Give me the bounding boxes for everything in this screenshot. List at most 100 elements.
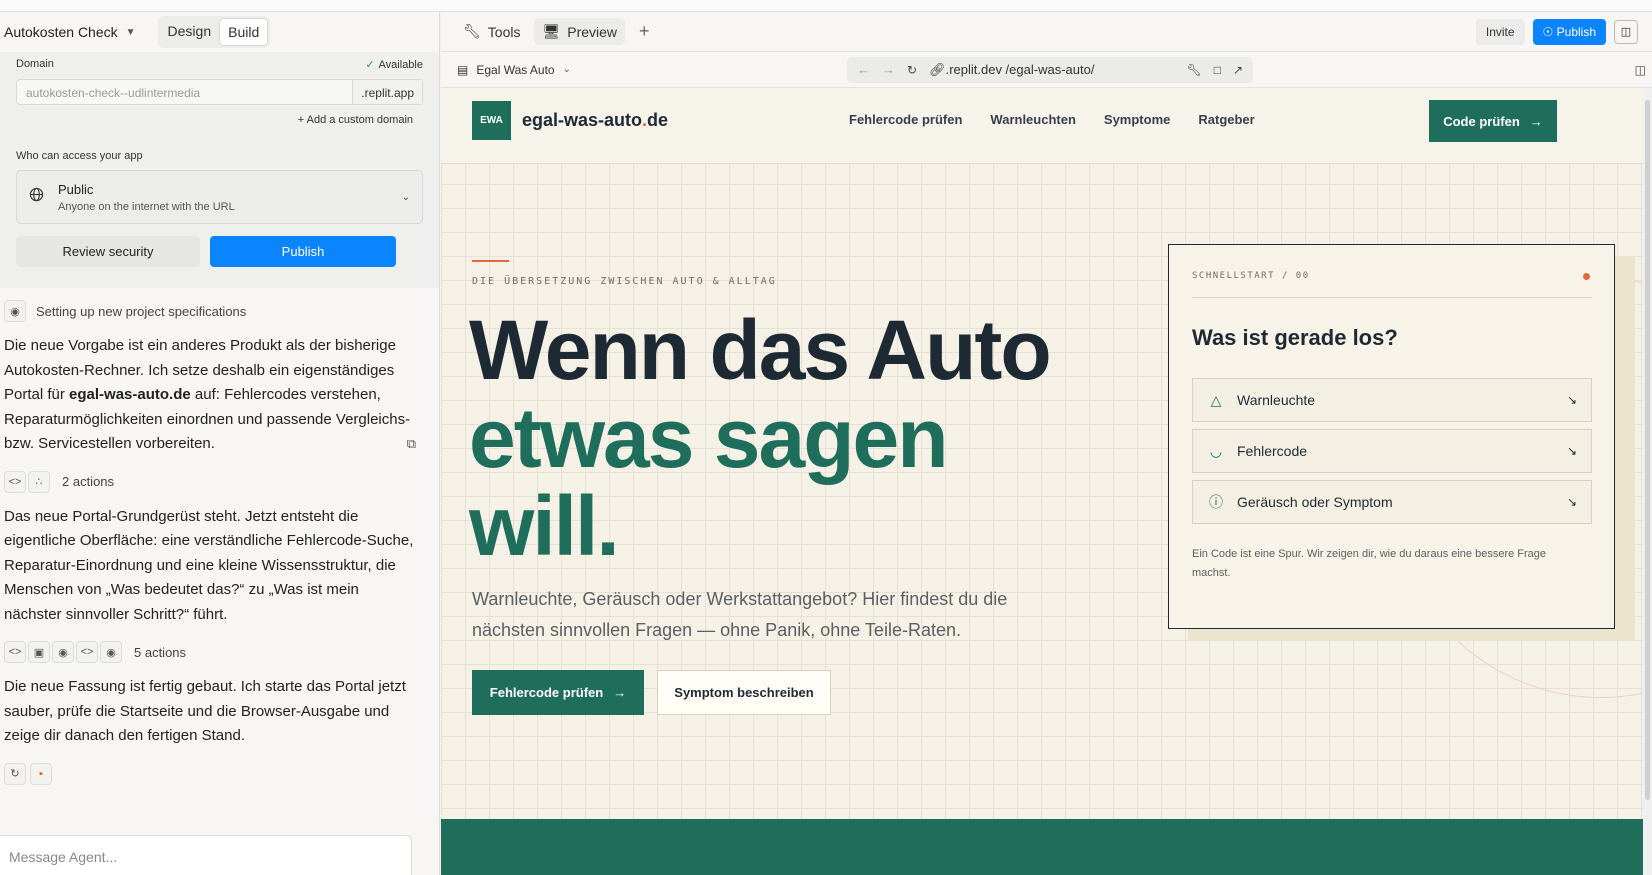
- chevron-down-icon: ▼: [125, 26, 136, 38]
- status-row: ◉ Setting up new project specifications: [4, 300, 435, 322]
- status-dot: [1583, 273, 1590, 280]
- reload-icon[interactable]: ↻: [907, 63, 917, 77]
- tab-tools[interactable]: 🔧︎ Tools: [455, 18, 528, 45]
- add-custom-domain-link[interactable]: + Add a custom domain: [16, 114, 423, 126]
- add-tab-icon[interactable]: +: [639, 21, 650, 42]
- site-nav-links: Fehlercode prüfen Warnleuchten Symptome …: [849, 112, 1255, 127]
- globe-icon: [29, 187, 44, 207]
- preview-scrollbar[interactable]: [1643, 88, 1652, 875]
- publish-icon: ☉: [1542, 24, 1557, 39]
- url-text[interactable]: 🔗︎.replit.dev /egal-was-auto/: [929, 62, 1174, 78]
- nav-link-warnleuchten[interactable]: Warnleuchten: [990, 112, 1075, 127]
- footer-band: [441, 819, 1643, 875]
- arrow-down-right-icon: ↘: [1566, 495, 1577, 509]
- tab-preview[interactable]: 🖥︎ Preview: [534, 18, 626, 45]
- code-icon: <>: [4, 641, 26, 663]
- domain-label: Domain: [16, 58, 54, 70]
- replit-icon[interactable]: ▪: [30, 762, 52, 785]
- chevron-down-icon: ⌄: [562, 64, 571, 75]
- mode-toggle: Design Build: [157, 16, 271, 48]
- brain-icon: ◉: [52, 641, 74, 663]
- monitor-icon: 🖥︎: [542, 23, 561, 39]
- wrench-icon: 🔧︎: [463, 23, 481, 39]
- actions-row[interactable]: <> ∴ 2 actions: [4, 470, 435, 493]
- brain-icon: ◉: [4, 300, 26, 322]
- access-label: Who can access your app: [16, 150, 143, 162]
- brain-icon: ◉: [100, 641, 122, 663]
- site-brand[interactable]: egal-was-auto.de: [522, 110, 668, 131]
- review-security-button[interactable]: Review security: [16, 236, 200, 267]
- workspace-toolbar: 🔧︎ Tools 🖥︎ Preview + Invite ☉ Publish ◫: [441, 12, 1652, 52]
- site-nav: EWA egal-was-auto.de Fehlercode prüfen W…: [441, 88, 1643, 164]
- gauge-icon: ◡: [1209, 442, 1223, 459]
- fehlercode-pruefen-button[interactable]: Fehlercode prüfen →: [472, 670, 644, 715]
- quickstart-card: SCHNELLSTART / 00 Was ist gerade los? △ …: [1168, 244, 1615, 629]
- option-fehlercode[interactable]: ◡ Fehlercode ↘: [1192, 429, 1592, 473]
- status-text: Setting up new project specifications: [36, 303, 247, 319]
- sidebar-toggle-icon[interactable]: ◫: [1614, 19, 1638, 44]
- preview-title[interactable]: ▤ Egal Was Auto ⌄: [457, 63, 847, 77]
- arrow-down-right-icon: ↘: [1566, 393, 1577, 407]
- access-title: Public: [58, 181, 94, 197]
- hero-headline: Wenn das Auto etwas sagen will.: [469, 303, 1052, 573]
- chat-thread: ◉ Setting up new project specifications …: [0, 300, 439, 785]
- site-logo[interactable]: EWA: [472, 101, 511, 140]
- chevron-down-icon: ⌄: [401, 191, 410, 203]
- actions-count: 2 actions: [62, 474, 115, 489]
- preview-bar: ▤ Egal Was Auto ⌄ ← → ↻ 🔗︎.replit.dev /e…: [441, 52, 1652, 88]
- forward-icon[interactable]: →: [882, 62, 895, 77]
- code-pruefen-button[interactable]: Code prüfen →: [1429, 100, 1557, 142]
- link-icon: 🔗︎: [929, 61, 946, 77]
- arrow-right-icon: →: [613, 685, 627, 700]
- access-select[interactable]: Public Anyone on the internet with the U…: [16, 170, 423, 224]
- agent-panel: Autokosten Check ▼ Design Build Domain ✓…: [0, 12, 440, 875]
- domain-value[interactable]: autokosten-check--udlintermedia: [17, 80, 352, 104]
- message-agent-input[interactable]: Message Agent...: [0, 835, 412, 875]
- code-icon: <>: [4, 470, 26, 493]
- browser-top-strip: [0, 0, 1652, 12]
- actions-count: 5 actions: [134, 644, 187, 660]
- hero-lead: Warnleuchte, Geräusch oder Werkstattange…: [472, 589, 1008, 640]
- code-icon: <>: [76, 641, 98, 663]
- project-name: Autokosten Check: [4, 24, 118, 40]
- panel-icon[interactable]: ◫: [1635, 63, 1646, 77]
- mode-design[interactable]: Design: [160, 18, 220, 46]
- symptom-beschreiben-button[interactable]: Symptom beschreiben: [657, 670, 831, 715]
- publish-card: Domain ✓ Available autokosten-check--udli…: [0, 52, 439, 288]
- card-eyebrow: SCHNELLSTART / 00: [1192, 271, 1310, 281]
- actions-row[interactable]: <> ▣ ◉ <> ◉ 5 actions: [4, 641, 435, 663]
- option-geraeusch[interactable]: ⓘ Geräusch oder Symptom ↘: [1192, 480, 1592, 524]
- copy-icon[interactable]: ⧉: [407, 432, 416, 457]
- scrollbar-thumb[interactable]: [1645, 100, 1650, 800]
- url-bar: ← → ↻ 🔗︎.replit.dev /egal-was-auto/ 🔧︎ □…: [847, 56, 1253, 83]
- invite-button[interactable]: Invite: [1475, 18, 1525, 45]
- nav-link-symptome[interactable]: Symptome: [1104, 112, 1170, 127]
- devtools-icon[interactable]: 🔧︎: [1186, 63, 1201, 77]
- publish-button[interactable]: Publish: [210, 236, 396, 267]
- site-preview: EWA egal-was-auto.de Fehlercode prüfen W…: [441, 88, 1643, 875]
- project-selector[interactable]: Autokosten Check ▼: [4, 24, 136, 40]
- hero-eyebrow: DIE ÜBERSETZUNG ZWISCHEN AUTO & ALLTAG: [472, 276, 777, 287]
- domain-input[interactable]: autokosten-check--udlintermedia .replit.…: [16, 79, 423, 105]
- card-footnote: Ein Code ist eine Spur. Wir zeigen dir, …: [1192, 548, 1547, 579]
- screenshot-icon: ▣: [28, 641, 50, 663]
- mode-build[interactable]: Build: [219, 18, 269, 46]
- nav-link-ratgeber[interactable]: Ratgeber: [1198, 112, 1254, 127]
- nav-link-fehlercode[interactable]: Fehlercode prüfen: [849, 112, 962, 127]
- window-icon: ▤: [457, 62, 469, 77]
- project-header: Autokosten Check ▼ Design Build: [0, 12, 439, 52]
- warning-icon: △: [1210, 391, 1222, 408]
- arrow-right-icon: →: [1529, 113, 1543, 129]
- access-subtitle: Anyone on the internet with the URL: [58, 200, 235, 213]
- external-link-icon[interactable]: ↗: [1233, 63, 1243, 77]
- publish-top-button[interactable]: ☉ Publish: [1532, 18, 1606, 45]
- option-warnleuchte[interactable]: △ Warnleuchte ↘: [1192, 378, 1592, 422]
- help-circle-icon: ⓘ: [1209, 494, 1223, 510]
- refresh-icon[interactable]: ↻: [4, 762, 26, 785]
- accent-line: [472, 260, 509, 262]
- back-icon[interactable]: ←: [857, 62, 870, 77]
- arrow-down-right-icon: ↘: [1566, 444, 1577, 458]
- nodes-icon: ∴: [28, 470, 50, 493]
- devices-icon[interactable]: □: [1214, 63, 1221, 77]
- domain-suffix: .replit.app: [352, 80, 422, 104]
